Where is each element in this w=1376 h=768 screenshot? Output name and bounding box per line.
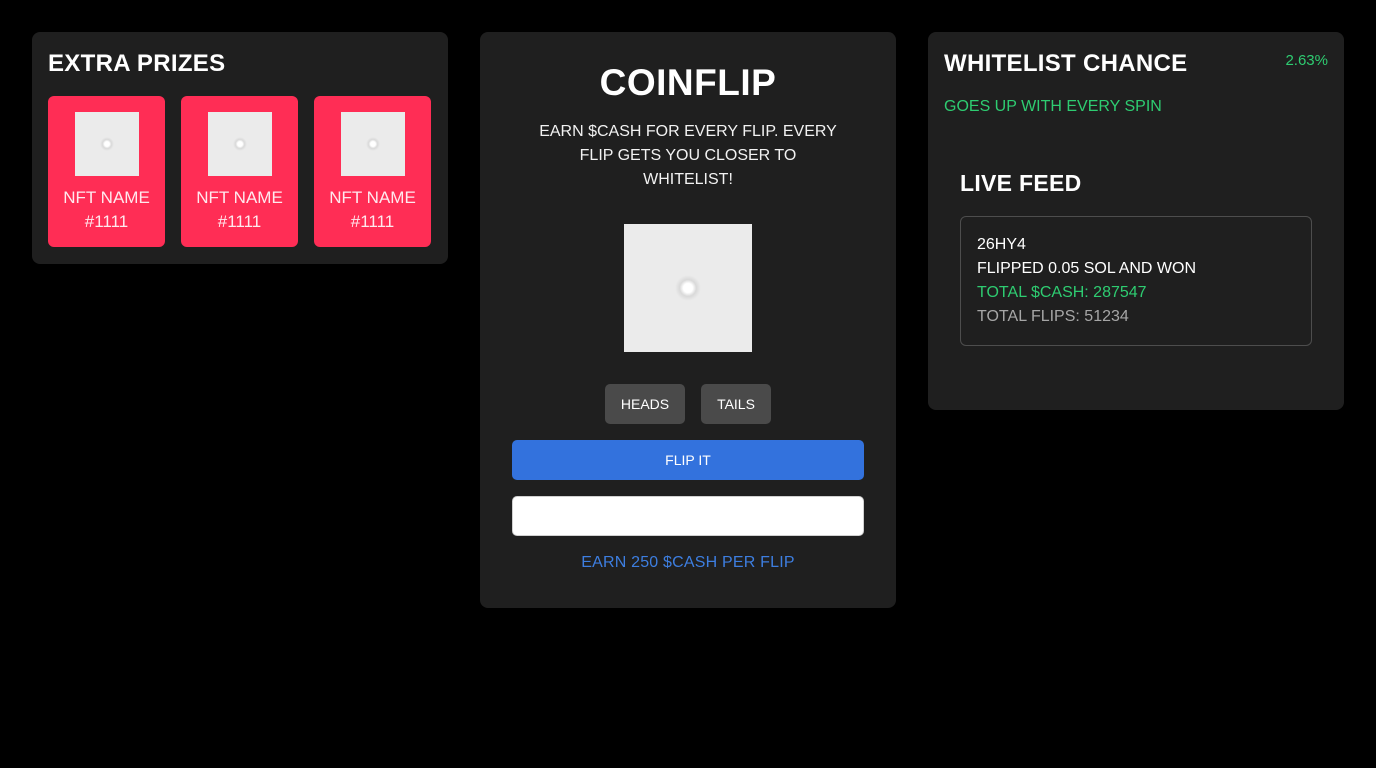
tails-button[interactable]: TAILS: [701, 384, 771, 424]
flip-it-button[interactable]: FLIP IT: [512, 440, 864, 480]
amount-input[interactable]: [512, 496, 864, 536]
extra-prizes-title: EXTRA PRIZES: [48, 50, 226, 77]
nft-image: [207, 112, 272, 176]
prize-name: NFT NAME #1111: [63, 188, 150, 231]
coinflip-description: EARN $CASH FOR EVERY FLIP. EVERY FLIP GE…: [539, 123, 837, 188]
feed-user: 26HY4: [977, 236, 1026, 253]
live-feed-title: LIVE FEED: [960, 170, 1082, 196]
prize-list: NFT NAME #1111 NFT NAME #1111 NFT NAME #…: [48, 96, 431, 247]
whitelist-title: WHITELIST CHANCE: [944, 50, 1188, 77]
whitelist-panel: WHITELIST CHANCE 2.63% GOES UP WITH EVER…: [928, 32, 1344, 410]
coin-image: [624, 224, 752, 352]
whitelist-subtitle: GOES UP WITH EVERY SPIN: [944, 98, 1162, 115]
feed-action: FLIPPED 0.05 SOL AND WON: [977, 260, 1197, 277]
earn-per-flip-text: EARN 250 $CASH PER FLIP: [581, 554, 795, 571]
prize-card[interactable]: NFT NAME #1111: [181, 96, 298, 247]
image-placeholder-icon: [675, 275, 701, 301]
prize-name: NFT NAME #1111: [196, 188, 283, 231]
feed-total-flips: TOTAL FLIPS: 51234: [977, 308, 1129, 325]
nft-image: [340, 112, 405, 176]
image-placeholder-icon: [365, 137, 380, 151]
nft-image: [74, 112, 139, 176]
extra-prizes-panel: EXTRA PRIZES NFT NAME #1111 NFT NAME #11…: [32, 32, 448, 264]
whitelist-percent: 2.63%: [1285, 52, 1328, 69]
prize-name: NFT NAME #1111: [329, 188, 416, 231]
feed-total-cash: TOTAL $CASH: 287547: [977, 284, 1147, 301]
prize-card[interactable]: NFT NAME #1111: [314, 96, 431, 247]
image-placeholder-icon: [232, 137, 247, 151]
live-feed-entry: 26HY4 FLIPPED 0.05 SOL AND WON TOTAL $CA…: [960, 216, 1312, 346]
coinflip-panel: COINFLIP EARN $CASH FOR EVERY FLIP. EVER…: [480, 32, 896, 608]
coinflip-title: COINFLIP: [599, 62, 777, 103]
prize-card[interactable]: NFT NAME #1111: [48, 96, 165, 247]
heads-button[interactable]: HEADS: [605, 384, 685, 424]
image-placeholder-icon: [99, 137, 114, 151]
